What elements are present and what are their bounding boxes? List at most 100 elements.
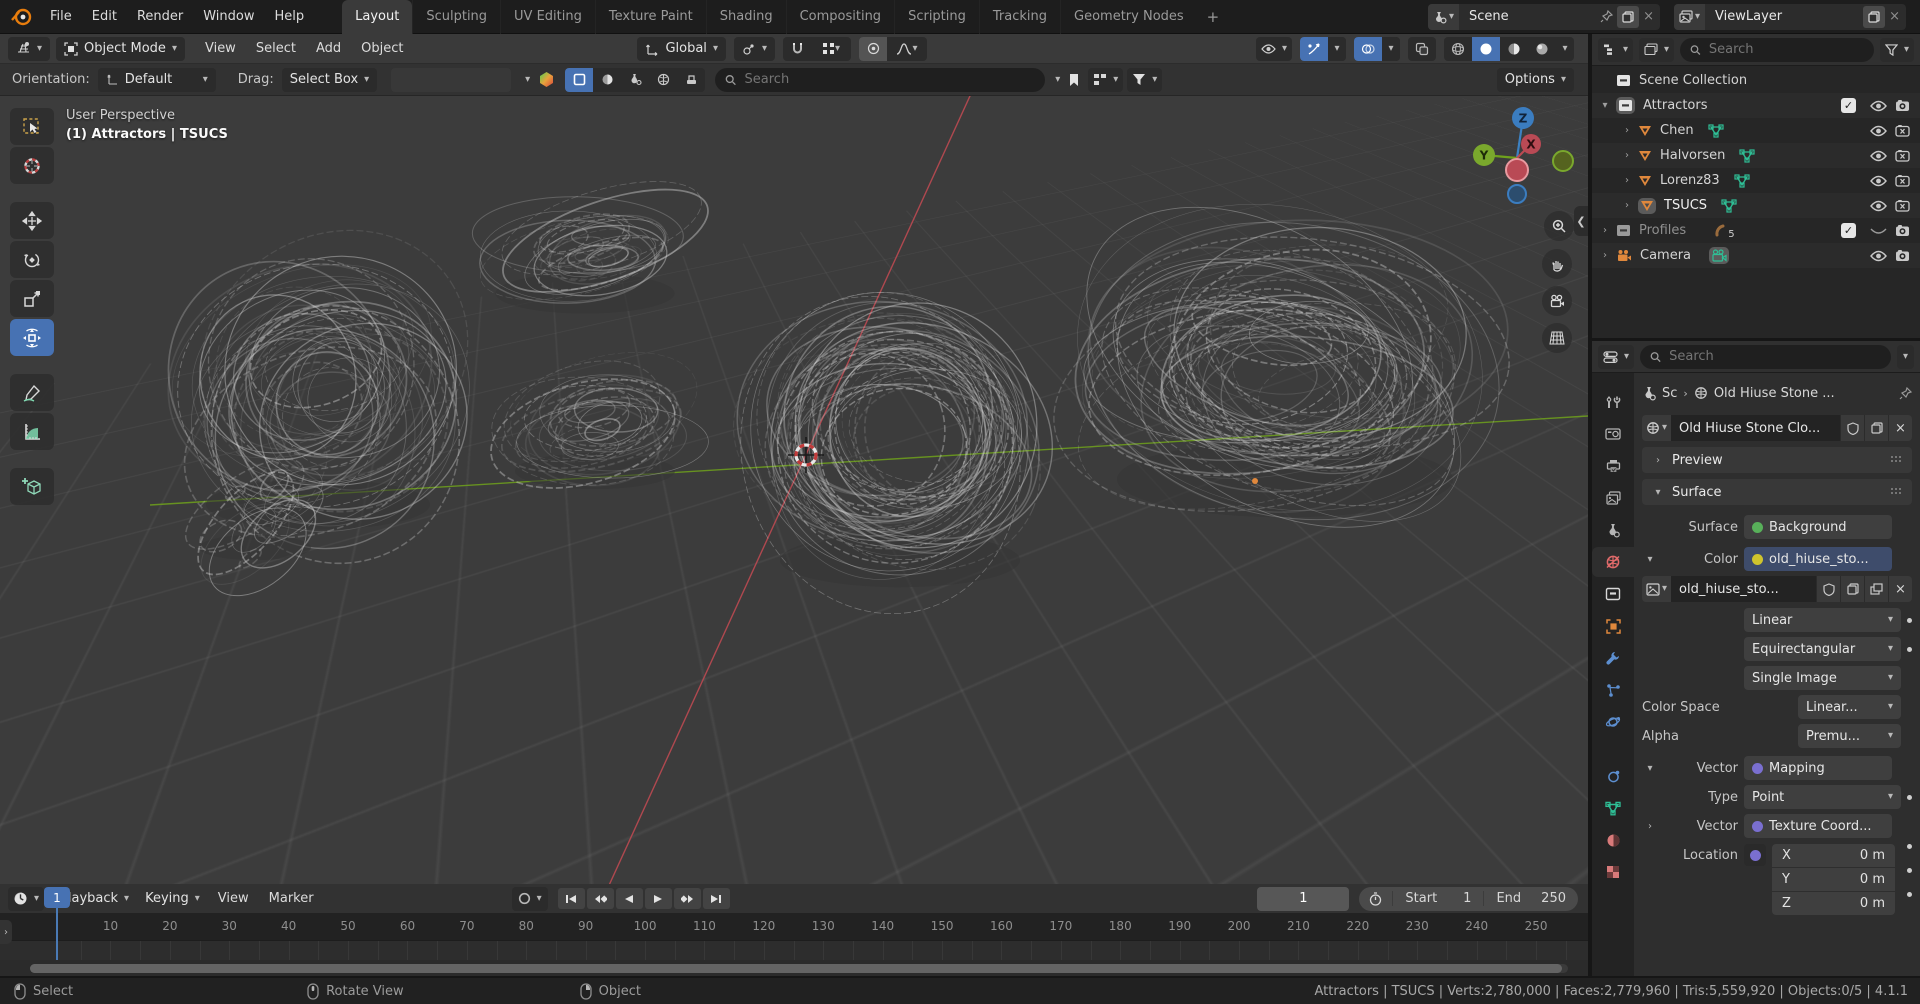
xray-toggle[interactable] <box>1408 37 1436 61</box>
vector2-node-button[interactable]: Texture Coord... <box>1744 814 1892 838</box>
transform-orientation[interactable]: Global▾ <box>637 37 726 61</box>
viewport-object-halvorsen-bottom[interactable] <box>479 333 710 507</box>
location-z-field[interactable]: Z0 m <box>1772 892 1895 915</box>
select-box-tool[interactable] <box>10 108 54 145</box>
camera-on-icon[interactable] <box>1895 249 1910 262</box>
tab-sculpting[interactable]: Sculpting <box>412 0 500 34</box>
next-keyframe-button[interactable] <box>674 888 701 909</box>
use-preview-range-button[interactable] <box>1359 892 1392 906</box>
filter-button[interactable]: ▾ <box>1127 68 1162 92</box>
prop-falloff-button[interactable]: ▾ <box>887 37 927 61</box>
playhead[interactable] <box>56 908 58 960</box>
tab-modifiers[interactable] <box>1592 643 1634 673</box>
projection-dropdown[interactable]: Equirectangular▾ <box>1744 637 1901 661</box>
display-mode-button[interactable]: ▾ <box>1088 68 1123 92</box>
annotate-tool[interactable] <box>10 374 54 411</box>
source-dropdown[interactable]: Single Image▾ <box>1744 666 1901 690</box>
decorator-dot[interactable] <box>1907 868 1912 873</box>
menu-add[interactable]: Add <box>306 36 351 62</box>
camera-off-icon[interactable] <box>1895 124 1910 137</box>
search-filter-chevron[interactable]: ▾ <box>1055 75 1060 85</box>
tab-collection[interactable] <box>1592 579 1634 609</box>
tool-search-input[interactable] <box>743 71 1036 88</box>
camera-off-icon[interactable] <box>1895 174 1910 187</box>
shading-solid-button[interactable] <box>1472 37 1500 61</box>
eye-closed-icon[interactable] <box>1870 225 1887 237</box>
decorator-dot[interactable] <box>1907 618 1912 623</box>
tab-output[interactable] <box>1592 451 1634 481</box>
scene-name[interactable]: Scene <box>1459 9 1594 24</box>
filter-material-toggle[interactable] <box>593 68 621 92</box>
viewlayer-new-button[interactable] <box>1863 6 1885 28</box>
image-unlink-button[interactable]: × <box>1888 576 1912 602</box>
tab-world[interactable] <box>1592 547 1634 577</box>
menu-edit[interactable]: Edit <box>82 4 127 30</box>
camera-off-icon[interactable] <box>1895 149 1910 162</box>
play-button[interactable] <box>645 888 672 909</box>
tab-scripting[interactable]: Scripting <box>894 0 979 34</box>
viewport-object-chen[interactable] <box>129 181 515 600</box>
end-frame-field[interactable]: End250 <box>1483 891 1578 906</box>
alpha-dropdown[interactable]: Premu...▾ <box>1798 724 1901 748</box>
filter-image-toggle[interactable] <box>565 68 593 92</box>
bookmark-icon[interactable] <box>1068 73 1080 87</box>
mode-selector[interactable]: Object Mode▾ <box>56 37 185 61</box>
camera-view-button[interactable] <box>1542 286 1572 316</box>
auto-key-settings[interactable]: ▾ <box>537 894 542 904</box>
timeline-view-menu[interactable]: View <box>208 886 259 912</box>
outliner-filter-button[interactable]: ▾ <box>1880 38 1914 62</box>
proportional-edit-toggle[interactable] <box>859 37 887 61</box>
outliner-row-attractors[interactable]: ▾ Attractors ✓ <box>1592 93 1920 118</box>
properties-options-chevron[interactable]: ▾ <box>1897 345 1914 369</box>
outliner-row-lorenz83[interactable]: › Lorenz83 <box>1592 168 1920 193</box>
snap-toggle[interactable] <box>783 37 811 61</box>
shading-wireframe-button[interactable] <box>1444 37 1472 61</box>
location-node-chip[interactable] <box>1744 844 1766 866</box>
object-visibility-button[interactable]: ▾ <box>1256 37 1292 61</box>
color-space-dropdown[interactable]: Linear...▾ <box>1798 695 1901 719</box>
timeline-ruler[interactable]: 1020304050607080901001101201301401501601… <box>0 914 1588 940</box>
timeline-editor-type-button[interactable]: ▾ <box>8 887 44 911</box>
expand-arrow[interactable]: ▾ <box>1598 100 1612 111</box>
tab-particles[interactable] <box>1592 675 1634 705</box>
expand-arrow[interactable]: › <box>1620 175 1634 186</box>
ortho-view-button[interactable] <box>1542 323 1572 353</box>
decorator-dot[interactable] <box>1907 795 1912 800</box>
viewport-object-halvorsen-top[interactable] <box>472 163 720 316</box>
pin-icon[interactable] <box>1600 10 1613 23</box>
expand-arrow[interactable]: › <box>1620 150 1634 161</box>
world-name-field[interactable]: Old Hiuse Stone Clo... <box>1671 415 1840 441</box>
menu-window[interactable]: Window <box>193 4 264 30</box>
eye-open-icon[interactable] <box>1870 125 1887 137</box>
options-button[interactable]: Options▾ <box>1497 68 1574 92</box>
play-reverse-button[interactable] <box>616 888 643 909</box>
filter-brush-toggle[interactable] <box>677 68 705 92</box>
timeline-expand-button[interactable]: › <box>0 920 12 944</box>
tab-tool[interactable] <box>1592 387 1634 417</box>
vector2-collapse-arrow[interactable]: › <box>1642 821 1658 832</box>
copy-id-button[interactable] <box>1864 415 1888 441</box>
surface-node-button[interactable]: Background <box>1744 515 1892 539</box>
breadcrumb-world[interactable]: Old Hiuse Stone ... <box>1714 386 1893 401</box>
overlays-settings-button[interactable]: ▾ <box>1388 44 1393 54</box>
image-browse-button[interactable]: ▾ <box>1642 576 1671 602</box>
3d-viewport[interactable]: User Perspective (1) Attractors | TSUCS <box>0 96 1588 884</box>
tool-settings-extra-button[interactable] <box>391 68 511 92</box>
scene-unlink-button[interactable]: × <box>1643 9 1654 24</box>
eye-open-icon[interactable] <box>1870 150 1887 162</box>
tab-render[interactable] <box>1592 419 1634 449</box>
image-fake-user-button[interactable] <box>1816 576 1840 602</box>
vector-collapse-arrow[interactable]: ▾ <box>1642 763 1658 774</box>
menu-object[interactable]: Object <box>351 36 413 62</box>
snap-settings-button[interactable]: ▾ <box>811 37 851 61</box>
asset-chevron[interactable]: ▾ <box>525 75 530 85</box>
move-tool[interactable] <box>10 202 54 239</box>
outliner-row-halvorsen[interactable]: › Halvorsen <box>1592 143 1920 168</box>
outliner-row-camera[interactable]: › Camera <box>1592 243 1920 268</box>
outliner-filter-id-button[interactable]: ▾ <box>1639 38 1674 62</box>
menu-file[interactable]: File <box>40 4 82 30</box>
eye-open-icon[interactable] <box>1870 100 1887 112</box>
viewlayer-remove-button[interactable]: × <box>1889 9 1900 24</box>
outliner-row-profiles[interactable]: › Profiles 5 ✓ <box>1592 218 1920 243</box>
viewport-object-lorenz83[interactable] <box>703 254 1084 648</box>
